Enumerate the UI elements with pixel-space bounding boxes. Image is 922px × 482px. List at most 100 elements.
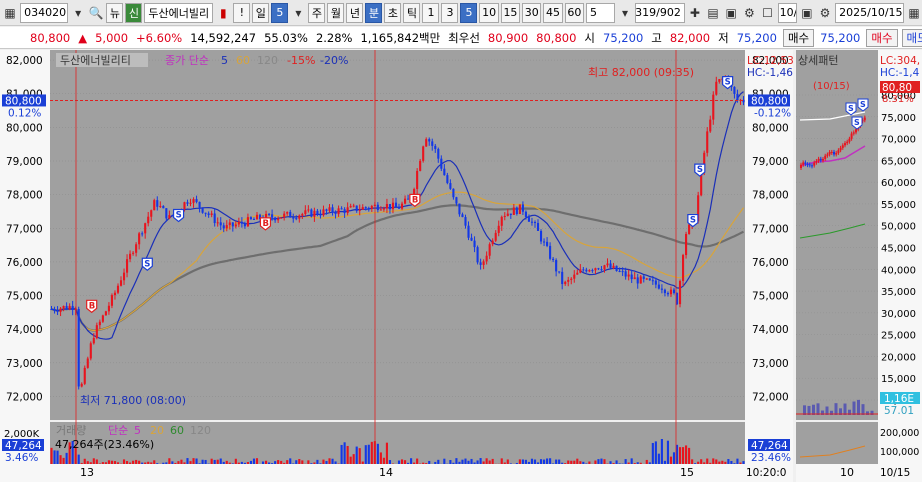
side-save-icon[interactable]: ▣ <box>799 3 815 23</box>
period-dropdown-icon[interactable]: ▾ <box>290 3 306 23</box>
side-candle-body <box>815 161 818 163</box>
minute-button[interactable]: 분 <box>365 2 383 23</box>
open-label: 시 <box>584 30 596 45</box>
interval-10-button[interactable]: 10 <box>479 2 499 23</box>
y-tick-left: 77,000 <box>6 223 43 235</box>
volume-bar <box>718 461 721 464</box>
candle-body <box>549 245 552 259</box>
candle-body <box>706 131 709 153</box>
volume-bar <box>83 458 86 464</box>
trade-volume: 14,592,247 <box>190 30 257 45</box>
candle-body <box>715 81 718 95</box>
candle-body <box>358 209 361 211</box>
y-tick-right: 75,000 <box>752 291 789 303</box>
volume-bar <box>213 459 216 464</box>
candle-body <box>419 160 422 171</box>
volume-bar <box>542 459 546 464</box>
side-gear-icon[interactable]: ⚙ <box>817 3 833 23</box>
news-button[interactable]: 뉴 <box>106 2 124 23</box>
sell-button[interactable]: 매도 <box>901 28 922 47</box>
volume-bar <box>624 459 627 464</box>
candle-body <box>352 205 355 207</box>
date-field[interactable]: 2025/10/15 <box>835 2 904 23</box>
period-day-button[interactable]: 일 <box>252 2 270 23</box>
custom-dropdown-icon[interactable]: ▾ <box>617 3 633 23</box>
buy-button-2[interactable]: 매수 <box>866 28 898 47</box>
tick-button[interactable]: 틱 <box>403 2 421 23</box>
warning-button[interactable]: ! <box>233 2 251 23</box>
price-plot-bg[interactable] <box>50 50 745 420</box>
volume-bar <box>506 459 509 464</box>
side-pct-label: 8.31% <box>882 94 914 105</box>
interval-1-button[interactable]: 1 <box>422 2 440 23</box>
month-button[interactable]: 월 <box>327 2 345 23</box>
stock-code-input[interactable]: 034020 <box>20 2 69 23</box>
indicator-icon[interactable]: ▤ <box>705 3 721 23</box>
candle-body <box>597 268 600 270</box>
volume-bar <box>201 459 204 464</box>
week-button[interactable]: 주 <box>308 2 326 23</box>
credit-button[interactable]: 신 <box>125 2 143 23</box>
stock-name-field[interactable]: 두산에너빌리 <box>144 2 214 23</box>
interval-45-button[interactable]: 45 <box>543 2 563 23</box>
calendar-icon[interactable]: ▦ <box>906 3 922 23</box>
candle-body <box>337 208 340 215</box>
candle-body <box>101 315 104 322</box>
side-period-text: 10/ <box>779 6 797 19</box>
interval-3-button[interactable]: 3 <box>441 2 459 23</box>
volume-bar <box>56 450 59 464</box>
candle-body <box>59 308 62 312</box>
data-counter-text: 319/902 <box>635 6 681 19</box>
interval-60-button[interactable]: 60 <box>564 2 584 23</box>
side-volume-bg[interactable] <box>796 422 878 464</box>
candle-body <box>165 208 168 219</box>
interval-30-button[interactable]: 30 <box>522 2 542 23</box>
candle-body <box>328 207 331 211</box>
period-value-button[interactable]: 5 <box>271 2 289 23</box>
buy-button[interactable]: 매수 <box>782 28 815 47</box>
side-volume-bar <box>843 403 847 415</box>
volume-bar <box>186 458 189 464</box>
side-candle-body <box>822 158 824 161</box>
y-tick-left: 79,000 <box>6 156 43 168</box>
side-candle-body <box>813 162 816 166</box>
open-price: 75,200 <box>603 30 644 45</box>
interval-15-button[interactable]: 15 <box>500 2 521 23</box>
toolbar: ▦ 034020 ▾ 🔍 뉴 신 두산에너빌리 ▮ ! 일 5 ▾ 주 월 년 … <box>0 0 922 26</box>
volume-bar <box>89 462 92 464</box>
volume-bar <box>376 443 379 464</box>
grid-icon[interactable]: ▦ <box>2 3 18 23</box>
volume-bar <box>452 462 455 464</box>
candle-body <box>153 200 156 211</box>
chart-area[interactable]: BSSBBSSS 82,00082,00081,00081,00080,0008… <box>0 50 922 482</box>
candle-body <box>313 210 316 217</box>
volume-bar <box>240 461 243 464</box>
candle-body <box>515 207 518 214</box>
candle-body <box>268 213 271 215</box>
side-period-field[interactable]: 10/ <box>777 2 797 23</box>
candle-body <box>113 292 117 296</box>
candle-body <box>255 214 259 220</box>
gear-icon[interactable]: ⚙ <box>741 3 757 23</box>
custom-interval-input[interactable]: 5 <box>585 2 615 23</box>
volume-bar <box>521 459 524 464</box>
candle-body <box>645 278 648 280</box>
year-button[interactable]: 년 <box>346 2 364 23</box>
candle-body <box>446 175 449 184</box>
checkbox-icon[interactable]: ☐ <box>759 3 775 23</box>
volume-bar <box>174 462 177 464</box>
volume-bar <box>685 445 688 464</box>
candle-body <box>104 311 107 316</box>
legend-ma5: 5 <box>221 54 228 67</box>
interval-5-button[interactable]: 5 <box>460 2 478 23</box>
candle-body <box>394 202 398 208</box>
second-button[interactable]: 초 <box>384 2 402 23</box>
tools-icon[interactable]: ✚ <box>687 3 703 23</box>
candle-body <box>591 270 594 272</box>
volume-bar <box>669 456 673 464</box>
volume-bar <box>243 462 246 464</box>
dropdown-icon[interactable]: ▾ <box>70 3 86 23</box>
volume-bar <box>657 453 660 464</box>
save-icon[interactable]: ▣ <box>723 3 739 23</box>
search-icon[interactable]: 🔍 <box>88 3 104 23</box>
